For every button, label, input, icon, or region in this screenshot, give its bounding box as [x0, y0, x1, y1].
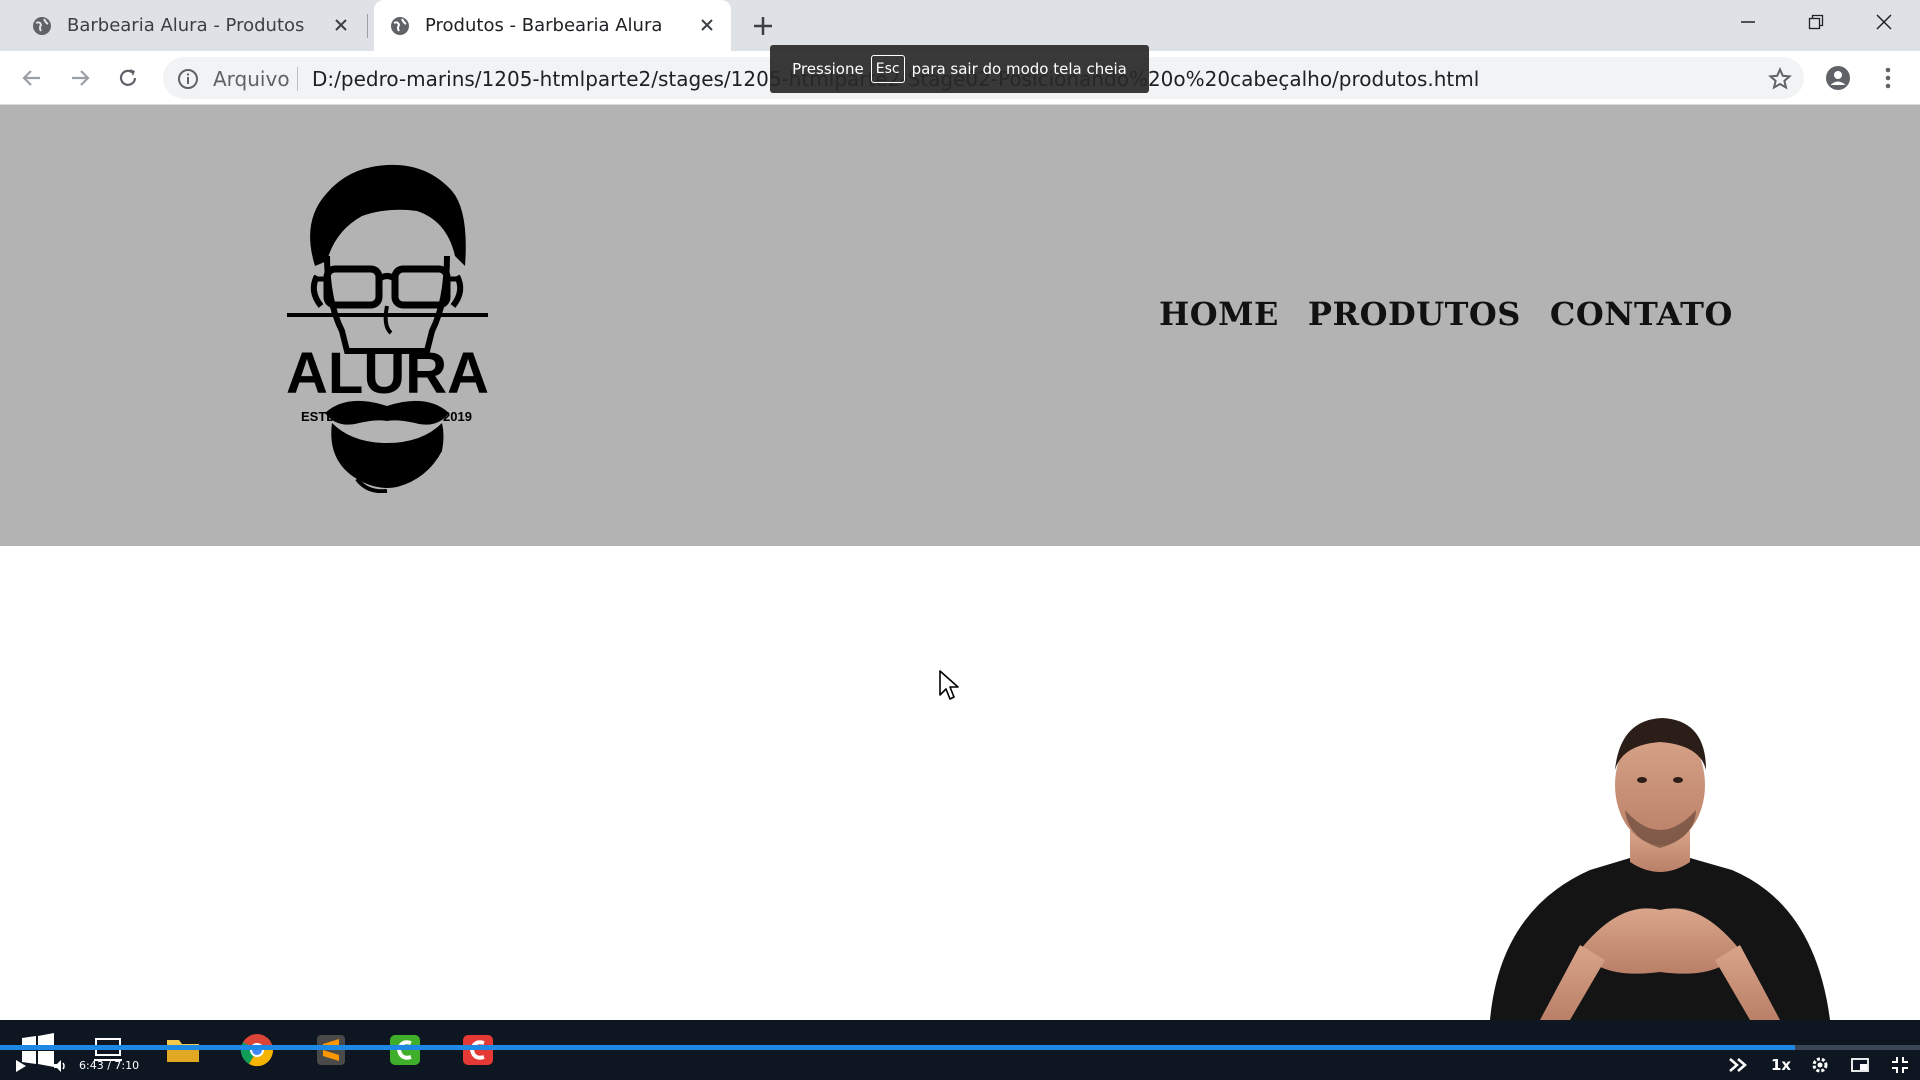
arrow-left-icon [22, 70, 40, 86]
sublime-text-icon[interactable] [311, 1030, 351, 1070]
logo-year: 2019 [443, 409, 472, 424]
play-icon[interactable] [12, 1058, 28, 1074]
file-explorer-icon[interactable] [163, 1030, 203, 1070]
globe-icon [391, 16, 409, 35]
forward-button[interactable] [66, 64, 94, 92]
menu-button[interactable] [1874, 64, 1902, 92]
tab-produtos-barbearia-alura[interactable]: Produtos - Barbearia Alura [374, 0, 731, 51]
tab-title: Produtos - Barbearia Alura [425, 15, 663, 36]
close-window-button[interactable] [1850, 0, 1918, 44]
info-icon[interactable] [177, 68, 199, 90]
close-icon [1876, 14, 1892, 30]
time-separator: / [103, 1058, 115, 1072]
fullscreen-notice: Pressione Esc para sair do modo tela che… [770, 45, 1149, 93]
globe-icon [33, 16, 51, 35]
video-time: 6:43 / 7:10 [79, 1055, 139, 1075]
site-header: ALURA ESTD 2019 HOME PRODUTOS CONTATO [0, 105, 1920, 546]
tab-strip: Barbearia Alura - Produtos Produtos - Ba… [0, 0, 1920, 51]
tab-separator [367, 14, 368, 38]
fullscreen-notice-after: para sair do modo tela cheia [911, 60, 1127, 78]
address-divider [297, 67, 298, 91]
reload-icon [119, 69, 137, 86]
picture-in-picture-icon[interactable] [1850, 1055, 1870, 1075]
back-button[interactable] [18, 64, 46, 92]
nav-home-link[interactable]: HOME [1159, 295, 1279, 333]
video-progress-fill [0, 1045, 1796, 1050]
close-tab-icon[interactable] [697, 15, 717, 35]
video-player-bar [0, 1020, 1920, 1080]
camtasia-red-icon[interactable] [458, 1030, 498, 1070]
star-icon[interactable] [1768, 67, 1792, 91]
reload-button[interactable] [114, 64, 142, 92]
total-time: 7:10 [114, 1058, 140, 1072]
account-icon [1826, 66, 1850, 90]
settings-gear-icon[interactable] [1810, 1055, 1830, 1075]
nav-produtos-link[interactable]: PRODUTOS [1308, 295, 1521, 333]
restore-icon [1808, 14, 1824, 30]
mouse-cursor-icon [939, 670, 959, 700]
minimize-icon [1741, 21, 1755, 23]
barber-logo[interactable]: ALURA ESTD 2019 [287, 161, 488, 493]
arrow-right-icon [72, 70, 90, 86]
exit-fullscreen-icon[interactable] [1890, 1055, 1910, 1075]
volume-icon[interactable] [52, 1058, 68, 1074]
profile-button[interactable] [1824, 64, 1852, 92]
skip-forward-icon[interactable] [1728, 1055, 1748, 1075]
new-tab-icon[interactable] [750, 13, 776, 39]
minimize-button[interactable] [1714, 0, 1782, 44]
logo-wordmark: ALURA [287, 341, 488, 406]
presenter-video [1490, 718, 1830, 1020]
tab-barbearia-alura-produtos[interactable]: Barbearia Alura - Produtos [0, 0, 365, 51]
main-nav: HOME PRODUTOS CONTATO [1159, 295, 1733, 333]
restore-button[interactable] [1782, 0, 1850, 44]
current-time: 6:43 [79, 1058, 104, 1072]
scheme-label: Arquivo [213, 67, 290, 91]
camtasia-green-icon[interactable] [385, 1030, 425, 1070]
tab-title: Barbearia Alura - Produtos [67, 15, 305, 36]
esc-key-badge: Esc [870, 55, 905, 83]
fullscreen-notice-before: Pressione [792, 60, 864, 78]
close-tab-icon[interactable] [331, 15, 351, 35]
more-vert-icon [1885, 67, 1891, 89]
nav-contato-link[interactable]: CONTATO [1550, 295, 1733, 333]
playback-speed[interactable]: 1x [1771, 1055, 1791, 1075]
chrome-icon[interactable] [237, 1030, 277, 1070]
